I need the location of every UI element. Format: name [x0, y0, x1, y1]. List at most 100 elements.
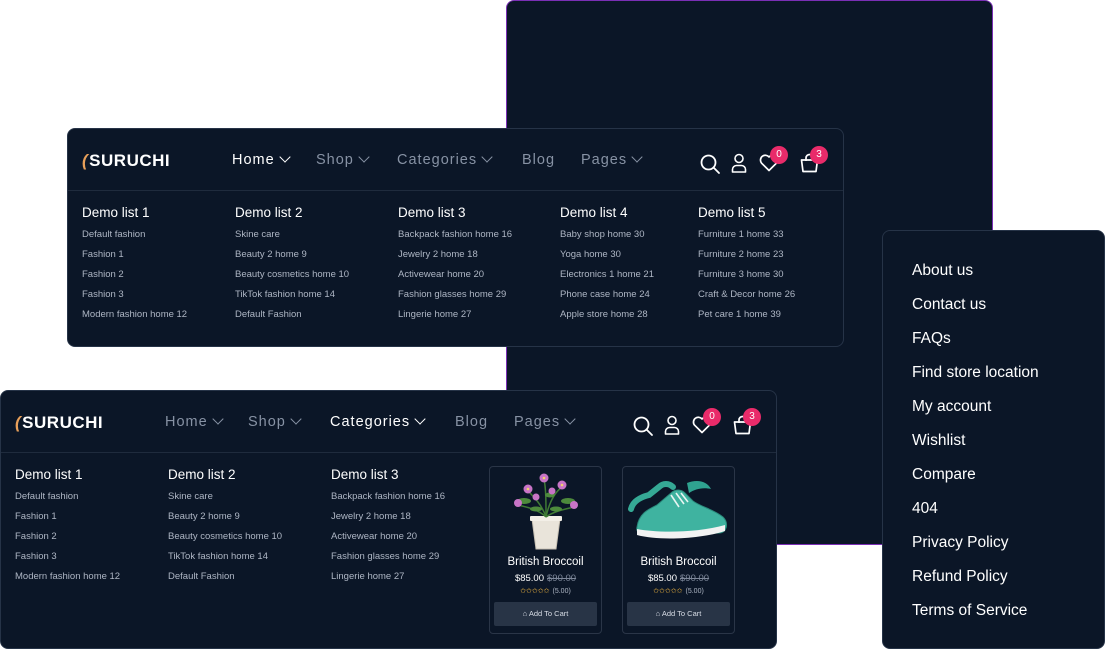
nav-categories[interactable]: Categories — [397, 151, 493, 168]
menu-link[interactable]: Phone case home 24 — [560, 289, 654, 309]
wishlist-count-badge: 0 — [703, 408, 721, 426]
menu-link[interactable]: Modern fashion home 12 — [15, 571, 120, 591]
page-link-contact[interactable]: Contact us — [912, 296, 986, 314]
nav-shop[interactable]: Shop — [248, 413, 302, 430]
menu-link[interactable]: Furniture 3 home 30 — [698, 269, 795, 289]
pages-dropdown-panel: About us Contact us FAQs Find store loca… — [882, 230, 1105, 649]
column-title: Demo list 3 — [331, 467, 399, 482]
site-header: (SURUCHI Home Shop Categories Blog Pages… — [68, 129, 843, 191]
user-icon[interactable] — [664, 415, 680, 435]
menu-link[interactable]: Activewear home 20 — [331, 531, 445, 551]
menu-link[interactable]: Pet care 1 home 39 — [698, 309, 795, 329]
nav-home[interactable]: Home — [232, 151, 291, 168]
search-icon[interactable] — [632, 415, 654, 437]
flower-pot-image — [514, 473, 578, 550]
menu-link[interactable]: Default Fashion — [235, 309, 349, 329]
chevron-down-icon — [414, 413, 426, 425]
nav-blog[interactable]: Blog — [455, 414, 488, 430]
nav-shop[interactable]: Shop — [316, 151, 370, 168]
column-title: Demo list 2 — [168, 467, 236, 482]
old-price: $90.00 — [680, 573, 710, 584]
user-icon[interactable] — [731, 153, 747, 173]
cart-count-badge: 3 — [743, 408, 761, 426]
menu-link[interactable]: TikTok fashion home 14 — [168, 551, 282, 571]
product-name[interactable]: British Broccoil — [490, 556, 601, 568]
menu-link[interactable]: Fashion glasses home 29 — [398, 289, 512, 309]
menu-link[interactable]: Lingerie home 27 — [398, 309, 512, 329]
nav-blog[interactable]: Blog — [522, 152, 555, 168]
product-price: $85.00 $90.00 — [490, 573, 601, 584]
menu-column: Demo list 2 Skine care Beauty 2 home 9 B… — [168, 467, 282, 591]
menu-link[interactable]: Jewelry 2 home 18 — [398, 249, 512, 269]
product-card[interactable]: British Broccoil $85.00 $90.00 ✩✩✩✩✩ (5.00… — [489, 466, 602, 634]
chevron-down-icon — [481, 151, 493, 163]
column-title: Demo list 1 — [15, 467, 83, 482]
menu-link[interactable]: Jewelry 2 home 18 — [331, 511, 445, 531]
menu-link[interactable]: Default fashion — [82, 229, 187, 249]
menu-link[interactable]: Modern fashion home 12 — [82, 309, 187, 329]
page-link-store-location[interactable]: Find store location — [912, 364, 1039, 382]
product-card[interactable]: British Broccoil $85.00 $90.00 ✩✩✩✩✩ (5.00… — [622, 466, 735, 634]
page-link-terms[interactable]: Terms of Service — [912, 602, 1027, 620]
menu-link[interactable]: Backpack fashion home 16 — [331, 491, 445, 511]
menu-link[interactable]: Skine care — [168, 491, 282, 511]
logo-swoosh-icon: ( — [15, 413, 22, 432]
menu-link[interactable]: Craft & Decor home 26 — [698, 289, 795, 309]
add-to-cart-button[interactable]: ⌂ Add To Cart — [494, 602, 597, 626]
home-mega-menu-panel: (SURUCHI Home Shop Categories Blog Pages… — [67, 128, 844, 347]
chevron-down-icon — [279, 151, 291, 163]
menu-link[interactable]: Default Fashion — [168, 571, 282, 591]
menu-column: Demo list 5 Furniture 1 home 33 Furnitur… — [698, 205, 795, 329]
column-title: Demo list 4 — [560, 205, 628, 220]
menu-link[interactable]: Fashion 2 — [82, 269, 187, 289]
star-icon: ✩✩✩✩✩ — [520, 588, 550, 595]
page-link-404[interactable]: 404 — [912, 500, 938, 518]
menu-link[interactable]: Fashion 1 — [15, 511, 120, 531]
menu-link[interactable]: Backpack fashion home 16 — [398, 229, 512, 249]
cart-icon: ⌂ — [522, 609, 528, 618]
page-link-privacy[interactable]: Privacy Policy — [912, 534, 1008, 552]
menu-link[interactable]: Electronics 1 home 21 — [560, 269, 654, 289]
menu-link[interactable]: Fashion 2 — [15, 531, 120, 551]
menu-link[interactable]: Fashion 3 — [82, 289, 187, 309]
nav-pages[interactable]: Pages — [581, 151, 643, 168]
menu-link[interactable]: Furniture 1 home 33 — [698, 229, 795, 249]
add-to-cart-button[interactable]: ⌂ Add To Cart — [627, 602, 730, 626]
page-link-compare[interactable]: Compare — [912, 466, 976, 484]
menu-column: Demo list 2 Skine care Beauty 2 home 9 B… — [235, 205, 349, 329]
menu-link[interactable]: Yoga home 30 — [560, 249, 654, 269]
menu-link[interactable]: TikTok fashion home 14 — [235, 289, 349, 309]
page-link-about[interactable]: About us — [912, 262, 973, 280]
menu-link[interactable]: Furniture 2 home 23 — [698, 249, 795, 269]
nav-home[interactable]: Home — [165, 413, 224, 430]
product-rating: ✩✩✩✩✩ (5.00) — [490, 587, 601, 595]
logo[interactable]: (SURUCHI — [82, 151, 170, 171]
page-link-my-account[interactable]: My account — [912, 398, 991, 416]
site-header: (SURUCHI Home Shop Categories Blog Pages… — [1, 391, 776, 453]
chevron-down-icon — [564, 413, 576, 425]
menu-link[interactable]: Beauty cosmetics home 10 — [168, 531, 282, 551]
search-icon[interactable] — [699, 153, 721, 175]
menu-column: Demo list 4 Baby shop home 30 Yoga home … — [560, 205, 654, 329]
menu-link[interactable]: Baby shop home 30 — [560, 229, 654, 249]
menu-link[interactable]: Apple store home 28 — [560, 309, 654, 329]
logo[interactable]: (SURUCHI — [15, 413, 103, 433]
menu-link[interactable]: Beauty 2 home 9 — [235, 249, 349, 269]
menu-link[interactable]: Beauty 2 home 9 — [168, 511, 282, 531]
nav-categories[interactable]: Categories — [330, 413, 426, 430]
menu-link[interactable]: Lingerie home 27 — [331, 571, 445, 591]
menu-link[interactable]: Skine care — [235, 229, 349, 249]
page-link-wishlist[interactable]: Wishlist — [912, 432, 965, 450]
page-link-refund[interactable]: Refund Policy — [912, 568, 1008, 586]
sneaker-image — [628, 481, 727, 539]
menu-link[interactable]: Fashion 3 — [15, 551, 120, 571]
menu-link[interactable]: Default fashion — [15, 491, 120, 511]
column-title: Demo list 2 — [235, 205, 303, 220]
product-name[interactable]: British Broccoil — [623, 556, 734, 568]
menu-link[interactable]: Fashion 1 — [82, 249, 187, 269]
page-link-faqs[interactable]: FAQs — [912, 330, 951, 348]
menu-link[interactable]: Activewear home 20 — [398, 269, 512, 289]
menu-link[interactable]: Beauty cosmetics home 10 — [235, 269, 349, 289]
nav-pages[interactable]: Pages — [514, 413, 576, 430]
menu-link[interactable]: Fashion glasses home 29 — [331, 551, 445, 571]
